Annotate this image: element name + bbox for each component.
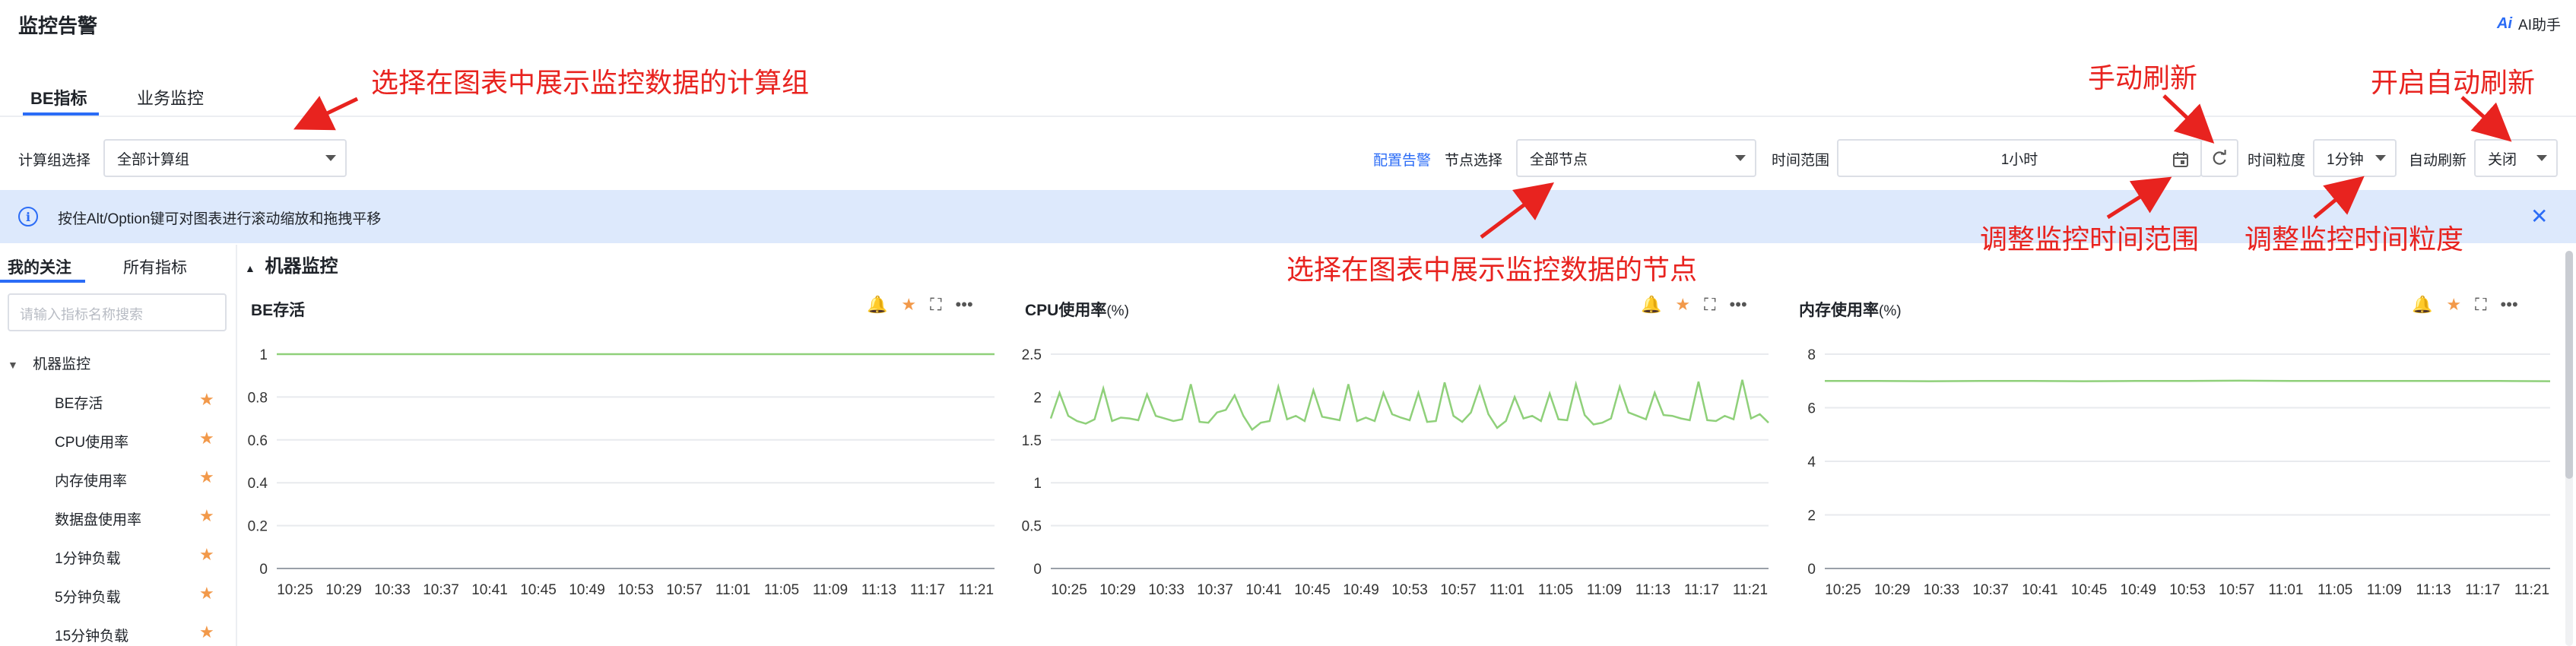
annotation-arrow <box>293 96 359 131</box>
annotation-arrow <box>2106 176 2172 220</box>
annotation-time-range: 调整监控时间范围 <box>1980 224 2200 255</box>
annotation-arrow <box>2460 96 2512 142</box>
annotation-granularity: 调整监控时间粒度 <box>2244 224 2464 255</box>
annotation-node: 选择在图表中展示监控数据的节点 <box>1286 255 1698 286</box>
annotation-arrow <box>2313 176 2365 219</box>
annotation-arrow <box>1480 182 1554 239</box>
annotation-manual-refresh: 手动刷新 <box>2088 63 2198 94</box>
annotation-compute-group: 选择在图表中展示监控数据的计算组 <box>371 68 810 99</box>
annotation-arrow <box>2162 94 2215 144</box>
annotation-auto-refresh: 开启自动刷新 <box>2371 68 2536 99</box>
